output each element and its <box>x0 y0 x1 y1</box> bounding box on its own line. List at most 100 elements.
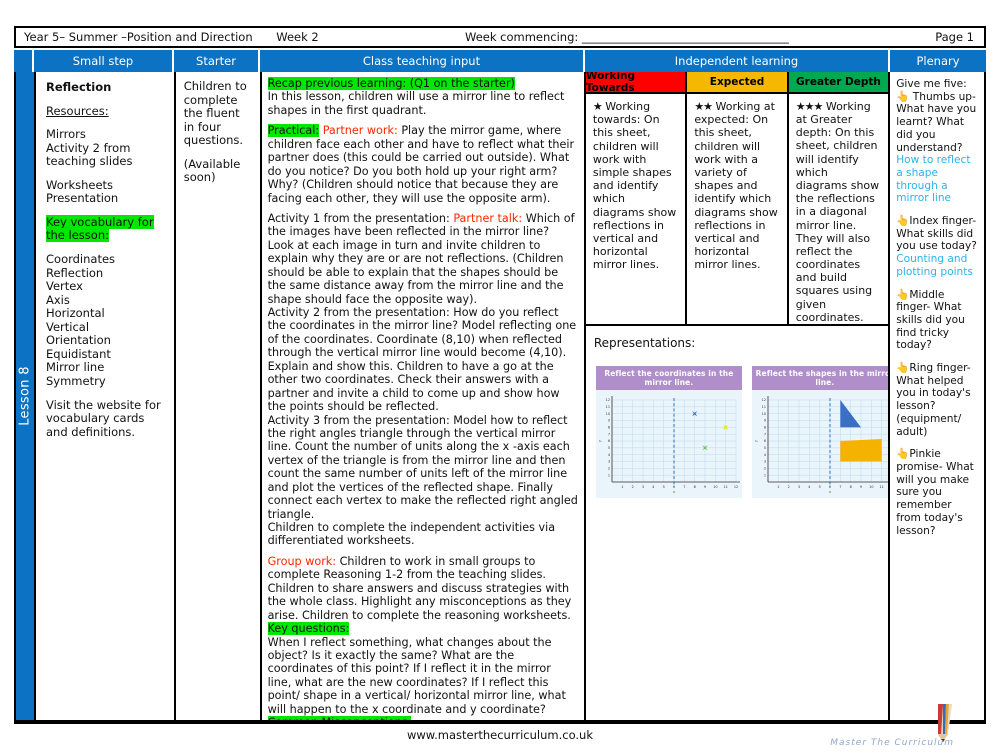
activity-1-block: Activity 1 from the presentation: Partne… <box>268 212 578 306</box>
plenary-intro: Give me five: <box>896 78 967 90</box>
band-expected: Expected ★★ Working at expected: On this… <box>687 72 789 324</box>
svg-text:x: x <box>829 490 832 494</box>
svg-text:6: 6 <box>608 439 610 443</box>
group-work-block: Group work: Children to work in small gr… <box>268 555 578 622</box>
week-commencing-field[interactable]: Week commencing: _______________________… <box>319 30 935 44</box>
band-text-greater-depth: On this sheet, children will identify wh… <box>795 126 880 324</box>
representations-label: Representations: <box>593 336 696 350</box>
svg-text:11: 11 <box>606 405 610 409</box>
misconceptions-label: Common Misconceptions: <box>267 716 412 720</box>
star-rating-icon: ★★ <box>694 100 713 113</box>
svg-text:4: 4 <box>808 485 810 489</box>
svg-text:6: 6 <box>829 485 831 489</box>
svg-text:7: 7 <box>683 485 685 489</box>
svg-text:11: 11 <box>879 485 883 489</box>
document-meta-bar: Year 5– Summer –Position and Direction W… <box>14 26 986 48</box>
band-lead-working-towards: Working towards: <box>592 100 651 127</box>
small-step-cell: Reflection Resources: Mirrors Activity 2… <box>34 72 174 720</box>
vocabulary-item: Vertical <box>46 319 90 334</box>
hand-ring-finger-icon: 👆 <box>896 362 910 375</box>
partner-work-label: Partner work: <box>322 124 398 138</box>
svg-text:5: 5 <box>608 446 610 450</box>
representations-row: Reflect the coordinates in the mirror li… <box>594 366 889 498</box>
coordinate-grid-shapes-svg: 123456789101112123456789101112xy <box>754 396 889 494</box>
practical-block: Practical: Partner work: Play the mirror… <box>267 124 578 205</box>
band-header-greater-depth: Greater Depth <box>788 72 889 94</box>
svg-text:1: 1 <box>764 473 766 477</box>
star-rating-icon: ★★★ <box>795 99 824 113</box>
class-teaching-input-cell: Recap previous learning: (Q1 on the star… <box>259 72 584 720</box>
svg-text:y: y <box>598 439 602 442</box>
coordinate-grid-shapes-image: 123456789101112123456789101112xy <box>751 390 889 498</box>
svg-text:y: y <box>754 439 758 442</box>
hand-index-finger-icon: 👆 <box>896 215 910 228</box>
vocabulary-item: Mirror line <box>46 360 105 375</box>
resource-item: Mirrors <box>46 127 86 141</box>
band-working-towards: Working Towards ★ Working towards: On th… <box>585 72 688 324</box>
plenary-prompt-index-finger: Index finger- What skills did you use to… <box>896 215 977 253</box>
header-plenary: Plenary <box>916 54 960 68</box>
plenary-item-ring-finger: 👆Ring finger- What helped you in today's… <box>896 362 979 438</box>
svg-text:12: 12 <box>606 398 610 402</box>
svg-text:3: 3 <box>764 460 766 464</box>
header-class-teaching-input: Class teaching input <box>260 50 585 72</box>
band-greater-depth: Greater Depth ★★★ Working at Greater dep… <box>788 72 889 324</box>
activity-3-text: Activity 3 from the presentation: Model … <box>267 413 578 521</box>
key-vocabulary-heading-line2: the lesson: <box>46 228 109 243</box>
svg-text:3: 3 <box>608 460 610 464</box>
svg-text:8: 8 <box>608 426 610 430</box>
svg-text:5: 5 <box>818 485 820 489</box>
svg-text:10: 10 <box>606 412 610 416</box>
recap-label: Recap previous learning: (Q1 on the star… <box>267 77 515 90</box>
activity-1-lead: Activity 1 from the presentation: <box>267 211 450 225</box>
header-independent-learning: Independent learning <box>585 50 890 72</box>
activity-1-text: Which of the images have been reflected … <box>267 211 575 306</box>
svg-text:10: 10 <box>762 412 766 416</box>
svg-text:2: 2 <box>787 485 789 489</box>
key-questions-text: When I reflect something, what changes a… <box>267 635 566 716</box>
unit-title-text: Year 5– Summer –Position and Direction <box>24 30 253 44</box>
resources-label: Resources: <box>46 104 109 118</box>
svg-text:9: 9 <box>608 419 610 423</box>
differentiation-bands: Working Towards ★ Working towards: On th… <box>585 72 889 326</box>
representation-card-coordinates: Reflect the coordinates in the mirror li… <box>595 366 742 498</box>
svg-text:4: 4 <box>652 485 654 489</box>
resource-item: Presentation <box>46 191 119 206</box>
misconceptions-heading: Common Misconceptions: <box>267 716 578 720</box>
practical-label: Practical: <box>267 124 320 138</box>
starter-instruction: Children to complete the fluent in four … <box>183 79 247 148</box>
vocabulary-item: Equidistant <box>46 346 111 361</box>
vocabulary-item: Coordinates <box>46 251 116 266</box>
svg-text:6: 6 <box>764 439 766 443</box>
svg-text:x: x <box>673 490 676 494</box>
page-number: Page 1 <box>935 30 974 44</box>
vocabulary-item: Symmetry <box>46 374 106 388</box>
svg-text:12: 12 <box>762 398 766 402</box>
svg-text:9: 9 <box>764 419 766 423</box>
week-number: Week 2 <box>276 30 319 44</box>
svg-text:10: 10 <box>869 485 873 489</box>
svg-text:2: 2 <box>608 467 610 471</box>
vocabulary-item: Vertex <box>46 279 83 294</box>
plenary-answer-thumbs-up: How to reflect a shape through a mirror … <box>896 154 971 205</box>
independent-learning-cell: Working Towards ★ Working towards: On th… <box>583 72 889 720</box>
representation-caption-coordinates: Reflect the coordinates in the mirror li… <box>595 366 742 390</box>
representations-section: Representations: Reflect the coordinates… <box>586 326 889 498</box>
header-small-step: Small step <box>34 50 174 72</box>
plenary-cell: Give me five: 👆 Thumbs up- What have you… <box>888 72 984 720</box>
activity-close-text: Children to complete the independent act… <box>267 521 556 548</box>
svg-text:11: 11 <box>723 485 727 489</box>
band-header-expected: Expected <box>687 72 787 94</box>
header-spine-spacer <box>14 50 34 72</box>
svg-text:2: 2 <box>764 467 766 471</box>
svg-text:1: 1 <box>777 485 779 489</box>
svg-text:11: 11 <box>762 405 766 409</box>
vocabulary-item: Axis <box>46 292 70 307</box>
svg-text:4: 4 <box>764 453 766 457</box>
band-body-working-towards: ★ Working towards: On this sheet, childr… <box>586 94 685 271</box>
vocabulary-item: Reflection <box>46 265 104 280</box>
starter-availability: (Available soon) <box>183 156 241 185</box>
